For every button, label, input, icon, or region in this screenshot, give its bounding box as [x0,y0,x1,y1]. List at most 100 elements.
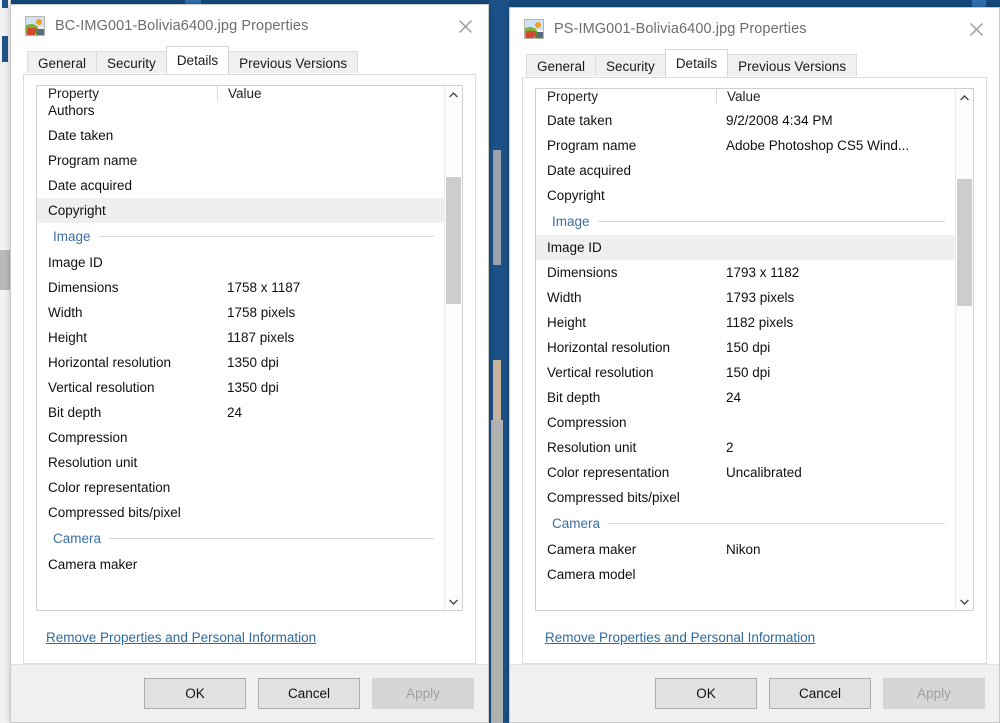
property-list[interactable]: Property Value Date taken 9/2/2008 4:34 P… [535,88,974,611]
property-value[interactable]: Adobe Photoshop CS5 Wind... [716,138,955,153]
property-row[interactable]: Width 1758 pixels [37,300,444,325]
property-group-header: Image [536,208,955,235]
property-row[interactable]: Horizontal resolution 150 dpi [536,335,955,360]
titlebar[interactable]: BC-IMG001-Bolivia6400.jpg Properties [11,5,488,47]
property-row[interactable]: Compression [37,425,444,450]
tabstrip[interactable]: General Security Details Previous Versio… [510,49,999,78]
property-row[interactable]: Camera maker Nikon [536,537,955,562]
property-value[interactable]: 1758 pixels [217,305,444,320]
tab-general[interactable]: General [27,51,98,75]
image-file-icon [25,16,45,36]
property-row[interactable]: Bit depth 24 [37,400,444,425]
properties-dialog-left[interactable]: BC-IMG001-Bolivia6400.jpg Properties Gen… [10,4,489,723]
property-name: Date taken [48,128,114,143]
property-name: Compression [547,415,627,430]
property-row[interactable]: Compressed bits/pixel [37,500,444,525]
property-row[interactable]: Horizontal resolution 1350 dpi [37,350,444,375]
property-row[interactable]: Compressed bits/pixel [536,485,955,510]
tab-previous-versions[interactable]: Previous Versions [727,54,858,78]
property-row[interactable]: Copyright [536,183,955,208]
property-value[interactable]: 1350 dpi [217,355,444,370]
tab-details[interactable]: Details [165,46,230,74]
property-value[interactable]: 1758 x 1187 [217,280,444,295]
property-value[interactable]: 1793 pixels [716,290,955,305]
tab-general[interactable]: General [526,54,597,78]
ok-button[interactable]: OK [144,678,246,709]
property-value[interactable]: 1350 dpi [217,380,444,395]
property-name: Bit depth [547,390,601,405]
property-row[interactable]: Height 1187 pixels [37,325,444,350]
property-row[interactable]: Program name Adobe Photoshop CS5 Wind... [536,133,955,158]
vertical-scrollbar[interactable] [444,86,462,610]
cancel-button[interactable]: Cancel [258,678,360,709]
property-value[interactable]: 9/2/2008 4:34 PM [716,113,955,128]
property-group-divider [98,236,434,237]
property-row[interactable]: Bit depth 24 [536,385,955,410]
remove-properties-link[interactable]: Remove Properties and Personal Informati… [46,630,316,645]
property-row[interactable]: Camera model [536,562,955,587]
property-row[interactable]: Date acquired [37,173,444,198]
property-row[interactable]: Compression [536,410,955,435]
cancel-button[interactable]: Cancel [769,678,871,709]
remove-properties-link[interactable]: Remove Properties and Personal Informati… [545,630,815,645]
scrollbar-track[interactable] [956,106,973,593]
property-group-divider [109,538,434,539]
property-value[interactable]: 150 dpi [716,365,955,380]
close-icon[interactable] [442,5,488,47]
property-row[interactable]: Camera maker [37,552,444,577]
tabstrip[interactable]: General Security Details Previous Versio… [11,46,488,75]
property-row[interactable]: Color representation Uncalibrated [536,460,955,485]
scroll-up-icon[interactable] [445,86,462,103]
property-group-label: Camera [53,531,102,546]
vertical-scrollbar[interactable] [955,89,973,610]
property-name: Date acquired [547,163,632,178]
property-value[interactable]: 1182 pixels [716,315,955,330]
dialog-footer: OK Cancel Apply [11,664,488,722]
property-row[interactable]: Color representation [37,475,444,500]
property-value[interactable]: 2 [716,440,955,455]
property-value[interactable]: Uncalibrated [716,465,955,480]
property-name: Resolution unit [547,440,637,455]
property-row[interactable]: Image ID [536,235,955,260]
property-row[interactable]: Vertical resolution 150 dpi [536,360,955,385]
property-row[interactable]: Height 1182 pixels [536,310,955,335]
property-value[interactable]: 24 [716,390,955,405]
property-row[interactable]: Resolution unit 2 [536,435,955,460]
ok-button[interactable]: OK [655,678,757,709]
property-value[interactable]: 24 [217,405,444,420]
property-row[interactable]: Copyright [37,198,444,223]
property-group-divider [597,221,945,222]
property-row[interactable]: Image ID [37,250,444,275]
property-name: Image ID [48,255,103,270]
scroll-up-icon[interactable] [956,89,973,106]
property-row[interactable]: Width 1793 pixels [536,285,955,310]
property-value[interactable]: 150 dpi [716,340,955,355]
properties-dialog-right[interactable]: PS-IMG001-Bolivia6400.jpg Properties Gen… [509,7,1000,723]
property-row[interactable]: Dimensions 1758 x 1187 [37,275,444,300]
property-row[interactable]: Dimensions 1793 x 1182 [536,260,955,285]
property-row[interactable]: Vertical resolution 1350 dpi [37,375,444,400]
property-row[interactable]: Resolution unit [37,450,444,475]
property-row[interactable]: Program name [37,148,444,173]
tab-security[interactable]: Security [96,51,167,75]
scrollbar-track[interactable] [445,103,462,593]
scrollbar-thumb[interactable] [446,176,461,304]
property-row[interactable]: Date taken [37,123,444,148]
titlebar[interactable]: PS-IMG001-Bolivia6400.jpg Properties [510,8,999,50]
property-list[interactable]: Property Value Authors Date taken Program … [36,85,463,611]
details-tab-page: Property Value Authors Date taken Program … [23,74,476,664]
close-icon[interactable] [953,8,999,50]
scrollbar-thumb[interactable] [957,179,972,306]
property-row[interactable]: Date taken 9/2/2008 4:34 PM [536,108,955,133]
scroll-down-icon[interactable] [445,593,462,610]
scroll-down-icon[interactable] [956,593,973,610]
property-name: Horizontal resolution [48,355,172,370]
property-row[interactable]: Date acquired [536,158,955,183]
property-value[interactable]: 1187 pixels [217,330,444,345]
property-value[interactable]: 1793 x 1182 [716,265,955,280]
property-value[interactable]: Nikon [716,542,955,557]
tab-details[interactable]: Details [664,49,729,77]
tab-previous-versions[interactable]: Previous Versions [228,51,359,75]
tab-security[interactable]: Security [595,54,666,78]
property-name: Image ID [547,240,602,255]
